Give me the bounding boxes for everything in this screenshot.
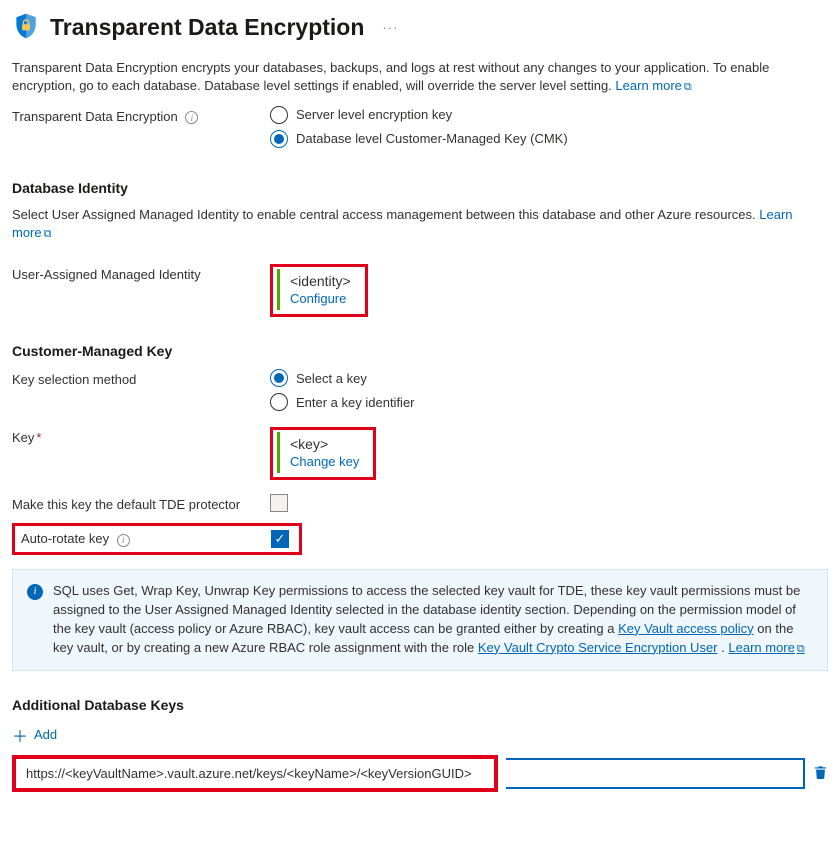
info-icon[interactable]: i <box>117 534 130 547</box>
kv-crypto-role-link[interactable]: Key Vault Crypto Service Encryption User <box>478 640 718 655</box>
radio-icon <box>270 393 288 411</box>
more-actions-icon[interactable]: ··· <box>382 20 398 35</box>
external-link-icon: ⧉ <box>44 228 52 240</box>
radio-database-cmk[interactable]: Database level Customer-Managed Key (CMK… <box>270 130 828 148</box>
configure-identity-link[interactable]: Configure <box>290 291 351 306</box>
external-link-icon: ⧉ <box>797 643 805 655</box>
page-title: Transparent Data Encryption <box>50 14 364 41</box>
database-identity-desc: Select User Assigned Managed Identity to… <box>12 206 828 243</box>
key-url-input[interactable] <box>18 761 492 786</box>
key-value-block: <key> Change key <box>277 432 369 473</box>
key-selection-label: Key selection method <box>12 372 136 387</box>
info-icon[interactable]: i <box>185 111 198 124</box>
default-protector-checkbox[interactable] <box>270 494 288 512</box>
info-banner: i SQL uses Get, Wrap Key, Unwrap Key per… <box>12 569 828 670</box>
cmk-heading: Customer-Managed Key <box>12 343 828 359</box>
tde-label: Transparent Data Encryption <box>12 109 178 124</box>
uami-label: User-Assigned Managed Identity <box>12 267 201 282</box>
key-value: <key> <box>290 436 359 452</box>
auto-rotate-checkbox[interactable]: ✓ <box>271 530 289 548</box>
learn-more-link[interactable]: Learn more⧉ <box>728 640 804 655</box>
add-key-button[interactable]: ＋ Add <box>12 723 828 747</box>
radio-enter-key-id[interactable]: Enter a key identifier <box>270 393 828 411</box>
radio-server-level[interactable]: Server level encryption key <box>270 106 828 124</box>
additional-keys-heading: Additional Database Keys <box>12 697 828 713</box>
identity-value-block: <identity> Configure <box>277 269 361 310</box>
database-identity-heading: Database Identity <box>12 180 828 196</box>
identity-value: <identity> <box>290 273 351 289</box>
info-icon: i <box>27 584 43 600</box>
plus-icon: ＋ <box>12 723 28 747</box>
auto-rotate-label: Auto-rotate key <box>21 531 109 546</box>
radio-icon <box>270 130 288 148</box>
radio-icon <box>270 369 288 387</box>
key-label: Key <box>12 430 34 445</box>
shield-lock-icon <box>12 12 40 43</box>
change-key-link[interactable]: Change key <box>290 454 359 469</box>
intro-text: Transparent Data Encryption encrypts you… <box>12 59 828 96</box>
kv-access-policy-link[interactable]: Key Vault access policy <box>618 621 754 636</box>
radio-select-key[interactable]: Select a key <box>270 369 828 387</box>
delete-key-icon[interactable] <box>813 764 828 783</box>
radio-icon <box>270 106 288 124</box>
external-link-icon: ⧉ <box>684 81 692 93</box>
default-protector-label: Make this key the default TDE protector <box>12 497 240 512</box>
learn-more-link[interactable]: Learn more⧉ <box>615 78 691 93</box>
